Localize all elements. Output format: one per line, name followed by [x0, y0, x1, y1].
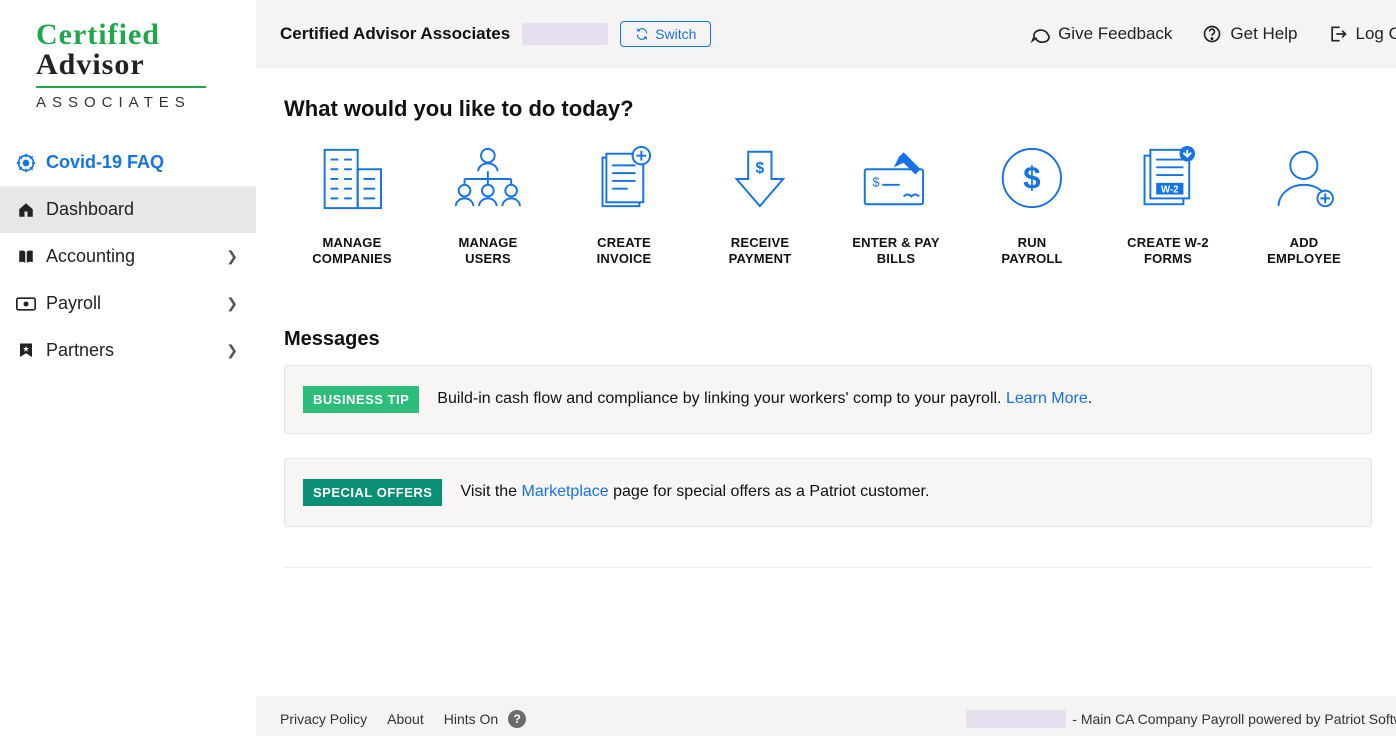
sidebar-item-label: Covid-19 FAQ — [46, 152, 244, 173]
tile-label: MANAGE USERS — [420, 235, 556, 268]
svg-text:W-2: W-2 — [1161, 185, 1179, 196]
money-icon — [12, 296, 40, 312]
hints-toggle[interactable]: Hints On — [444, 711, 498, 727]
tile-label: CREATE W-2 FORMS — [1100, 235, 1236, 268]
get-help-link[interactable]: Get Help — [1202, 24, 1297, 44]
tile-manage-companies[interactable]: MANAGE COMPANIES — [284, 144, 420, 268]
w2-forms-icon: W-2 — [1129, 144, 1207, 212]
main: Certified Advisor Associates Switch Give… — [256, 0, 1396, 736]
svg-text:$: $ — [756, 160, 765, 177]
message-text: Visit the Marketplace page for special o… — [460, 483, 929, 501]
feedback-label: Give Feedback — [1058, 24, 1172, 44]
sidebar: Certified Advisor ASSOCIATES Covid-19 FA… — [0, 0, 256, 736]
sidebar-item-accounting[interactable]: Accounting ❯ — [0, 233, 256, 280]
logo: Certified Advisor ASSOCIATES — [0, 0, 256, 119]
footer-text: - Main CA Company Payroll powered by Pat… — [1072, 711, 1396, 727]
sidebar-item-partners[interactable]: Partners ❯ — [0, 327, 256, 374]
book-icon — [12, 248, 40, 266]
switch-label: Switch — [655, 26, 696, 42]
tile-receive-payment[interactable]: $ RECEIVE PAYMENT — [692, 144, 828, 268]
chevron-right-icon: ❯ — [226, 342, 238, 359]
divider — [284, 567, 1372, 568]
topbar: Certified Advisor Associates Switch Give… — [256, 0, 1396, 68]
chat-icon — [1030, 24, 1050, 44]
invoice-plus-icon — [585, 144, 663, 212]
marketplace-link[interactable]: Marketplace — [522, 483, 609, 500]
tile-label: MANAGE COMPANIES — [284, 235, 420, 268]
buildings-icon — [313, 144, 391, 212]
tile-enter-pay-bills[interactable]: $ ENTER & PAY BILLS — [828, 144, 964, 268]
sidebar-item-dashboard[interactable]: Dashboard — [0, 186, 256, 233]
sidebar-item-label: Dashboard — [46, 199, 244, 220]
help-icon — [1202, 24, 1222, 44]
nav: Covid-19 FAQ Dashboard Accounting ❯ Pay — [0, 139, 256, 374]
users-hierarchy-icon — [449, 144, 527, 212]
chevron-right-icon: ❯ — [226, 295, 238, 312]
arrow-down-dollar-icon: $ — [721, 144, 799, 212]
star-flag-icon — [12, 342, 40, 360]
tile-label: CREATE INVOICE — [556, 235, 692, 268]
messages-title: Messages — [284, 328, 1372, 351]
logout-icon — [1328, 24, 1348, 44]
sidebar-item-covid-faq[interactable]: Covid-19 FAQ — [0, 139, 256, 186]
tile-label: ENTER & PAY BILLS — [828, 235, 964, 268]
message-special-offers: SPECIAL OFFERS Visit the Marketplace pag… — [284, 458, 1372, 527]
logout-label: Log Out — [1356, 24, 1396, 44]
page-title: What would you like to do today? — [284, 96, 1372, 122]
logo-line3: ASSOCIATES — [36, 94, 238, 111]
refresh-icon — [635, 27, 649, 41]
sidebar-item-label: Accounting — [46, 246, 226, 267]
hints-help-icon[interactable]: ? — [508, 710, 526, 728]
learn-more-link[interactable]: Learn More — [1006, 390, 1088, 407]
tile-run-payroll[interactable]: $ RUN PAYROLL — [964, 144, 1100, 268]
badge-special-offers: SPECIAL OFFERS — [303, 479, 442, 506]
tile-label: RECEIVE PAYMENT — [692, 235, 828, 268]
footer: Privacy Policy About Hints On ? - Main C… — [256, 696, 1396, 736]
logout-link[interactable]: Log Out — [1328, 24, 1396, 44]
message-text: Build-in cash flow and compliance by lin… — [437, 390, 1092, 408]
help-label: Get Help — [1230, 24, 1297, 44]
action-tiles: MANAGE COMPANIES MANAGE USERS — [284, 144, 1372, 268]
logo-line1: Certified — [36, 18, 238, 52]
topbar-left: Certified Advisor Associates Switch — [280, 21, 711, 47]
about-link[interactable]: About — [387, 711, 424, 727]
sidebar-item-payroll[interactable]: Payroll ❯ — [0, 280, 256, 327]
switch-button[interactable]: Switch — [620, 21, 711, 47]
tile-create-w2[interactable]: W-2 CREATE W-2 FORMS — [1100, 144, 1236, 268]
tile-label: RUN PAYROLL — [964, 235, 1100, 268]
tile-manage-users[interactable]: MANAGE USERS — [420, 144, 556, 268]
footer-left: Privacy Policy About Hints On ? — [280, 710, 526, 728]
home-icon — [12, 201, 40, 219]
virus-icon — [12, 153, 40, 173]
redacted-block — [522, 23, 608, 45]
company-name: Certified Advisor Associates — [280, 24, 510, 44]
message-business-tip: BUSINESS TIP Build-in cash flow and comp… — [284, 365, 1372, 434]
content: What would you like to do today? MANAGE … — [256, 68, 1396, 640]
footer-right: - Main CA Company Payroll powered by Pat… — [966, 710, 1396, 728]
redacted-block — [966, 710, 1066, 728]
svg-text:$: $ — [1023, 161, 1040, 196]
topbar-right: Give Feedback Get Help Log Out — [1030, 24, 1396, 44]
svg-text:$: $ — [873, 176, 880, 190]
privacy-policy-link[interactable]: Privacy Policy — [280, 711, 367, 727]
tile-add-employee[interactable]: ADD EMPLOYEE — [1236, 144, 1372, 268]
badge-business-tip: BUSINESS TIP — [303, 386, 419, 413]
logo-line2: Advisor — [36, 48, 238, 82]
person-plus-icon — [1265, 144, 1343, 212]
tile-create-invoice[interactable]: CREATE INVOICE — [556, 144, 692, 268]
tile-label: ADD EMPLOYEE — [1236, 235, 1372, 268]
chevron-right-icon: ❯ — [226, 248, 238, 265]
give-feedback-link[interactable]: Give Feedback — [1030, 24, 1172, 44]
sidebar-item-label: Partners — [46, 340, 226, 361]
sidebar-item-label: Payroll — [46, 293, 226, 314]
check-pen-icon: $ — [857, 144, 935, 212]
dollar-circle-icon: $ — [993, 144, 1071, 212]
logo-divider — [36, 86, 206, 88]
